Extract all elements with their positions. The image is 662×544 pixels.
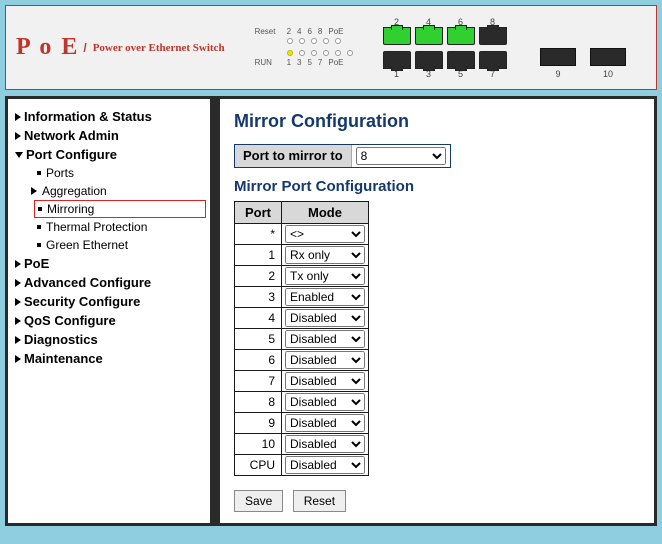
logo-caption: Power over Ethernet Switch <box>93 42 225 54</box>
nav-information-status[interactable]: Information & Status <box>12 107 206 126</box>
mode-cell: Enabled <box>282 287 369 308</box>
section-title: Mirror Port Configuration <box>234 178 640 195</box>
nav-maintenance[interactable]: Maintenance <box>12 349 206 368</box>
port-cell: 1 <box>235 245 282 266</box>
port-3-icon <box>415 51 443 69</box>
port-1-icon <box>383 51 411 69</box>
nav-port-configure[interactable]: Port Configure <box>12 145 206 164</box>
port-cell: 2 <box>235 266 282 287</box>
port-cell: 4 <box>235 308 282 329</box>
nav-green-ethernet[interactable]: Green Ethernet <box>34 236 206 254</box>
nav-ports[interactable]: Ports <box>34 164 206 182</box>
port-cell: * <box>235 224 282 245</box>
port-indicators: 2 4 6 8 1 3 5 7 <box>383 17 507 79</box>
port-cell: 5 <box>235 329 282 350</box>
sidebar: Information & Status Network Admin Port … <box>5 96 215 526</box>
led-indicators: Reset 2 4 6 8 PoE RUN 1 3 5 7 PoE <box>255 27 353 69</box>
mode-select[interactable]: Tx only <box>285 267 365 285</box>
table-row: 1Rx only <box>235 245 369 266</box>
nav-qos-configure[interactable]: QoS Configure <box>12 311 206 330</box>
table-row: 7Disabled <box>235 371 369 392</box>
mode-select[interactable]: Disabled <box>285 309 365 327</box>
port-9-icon <box>540 48 576 66</box>
column-port: Port <box>235 202 282 224</box>
table-row: *<> <box>235 224 369 245</box>
switch-panel: P o E / Power over Ethernet Switch Reset… <box>5 5 657 90</box>
nav-diagnostics[interactable]: Diagnostics <box>12 330 206 349</box>
mode-cell: Disabled <box>282 413 369 434</box>
table-row: 9Disabled <box>235 413 369 434</box>
nav-poe[interactable]: PoE <box>12 254 206 273</box>
mode-select[interactable]: Disabled <box>285 351 365 369</box>
mode-cell: Rx only <box>282 245 369 266</box>
port-10-icon <box>590 48 626 66</box>
port-4-icon <box>415 27 443 45</box>
mode-cell: Disabled <box>282 329 369 350</box>
port-cell: 3 <box>235 287 282 308</box>
nav-thermal-protection[interactable]: Thermal Protection <box>34 218 206 236</box>
port-cell: CPU <box>235 455 282 476</box>
mode-select[interactable]: Disabled <box>285 435 365 453</box>
port-to-mirror-to-box: Port to mirror to 8 <box>234 144 451 168</box>
mode-cell: Disabled <box>282 455 369 476</box>
port-8-icon <box>479 27 507 45</box>
logo: P o E / Power over Ethernet Switch <box>16 34 225 61</box>
port-cell: 7 <box>235 371 282 392</box>
port-to-mirror-to-select[interactable]: 8 <box>356 147 446 165</box>
mode-select[interactable]: <> <box>285 225 365 243</box>
top-port-row <box>383 27 507 45</box>
bottom-port-row <box>383 51 507 69</box>
port-6-icon <box>447 27 475 45</box>
reset-button[interactable]: Reset <box>293 490 346 512</box>
nav-security-configure[interactable]: Security Configure <box>12 292 206 311</box>
nav-advanced-configure[interactable]: Advanced Configure <box>12 273 206 292</box>
port-cell: 10 <box>235 434 282 455</box>
mode-select[interactable]: Disabled <box>285 393 365 411</box>
column-mode: Mode <box>282 202 369 224</box>
nav-mirroring[interactable]: Mirroring <box>34 200 206 218</box>
mode-select[interactable]: Rx only <box>285 246 365 264</box>
mode-cell: Disabled <box>282 308 369 329</box>
table-row: 4Disabled <box>235 308 369 329</box>
mode-cell: <> <box>282 224 369 245</box>
mode-select[interactable]: Enabled <box>285 288 365 306</box>
mode-cell: Disabled <box>282 371 369 392</box>
port-to-mirror-to-label: Port to mirror to <box>235 145 352 167</box>
mode-cell: Disabled <box>282 350 369 371</box>
content-area: Mirror Configuration Port to mirror to 8… <box>215 96 657 526</box>
port-5-icon <box>447 51 475 69</box>
save-button[interactable]: Save <box>234 490 283 512</box>
nav-aggregation[interactable]: Aggregation <box>34 182 206 200</box>
port-cell: 8 <box>235 392 282 413</box>
port-7-icon <box>479 51 507 69</box>
table-row: 8Disabled <box>235 392 369 413</box>
port-2-icon <box>383 27 411 45</box>
table-row: 5Disabled <box>235 329 369 350</box>
table-row: CPUDisabled <box>235 455 369 476</box>
table-row: 3Enabled <box>235 287 369 308</box>
logo-text: P o E <box>16 34 79 61</box>
mode-select[interactable]: Disabled <box>285 456 365 474</box>
table-row: 10Disabled <box>235 434 369 455</box>
nav-network-admin[interactable]: Network Admin <box>12 126 206 145</box>
table-row: 6Disabled <box>235 350 369 371</box>
mode-cell: Disabled <box>282 392 369 413</box>
mode-cell: Tx only <box>282 266 369 287</box>
table-row: 2Tx only <box>235 266 369 287</box>
port-cell: 9 <box>235 413 282 434</box>
port-cell: 6 <box>235 350 282 371</box>
mode-select[interactable]: Disabled <box>285 372 365 390</box>
page-title: Mirror Configuration <box>234 111 640 132</box>
uplink-ports: 9 10 <box>540 48 626 79</box>
mode-cell: Disabled <box>282 434 369 455</box>
mirror-port-table: Port Mode *<>1Rx only2Tx only3Enabled4Di… <box>234 201 369 476</box>
mode-select[interactable]: Disabled <box>285 330 365 348</box>
mode-select[interactable]: Disabled <box>285 414 365 432</box>
